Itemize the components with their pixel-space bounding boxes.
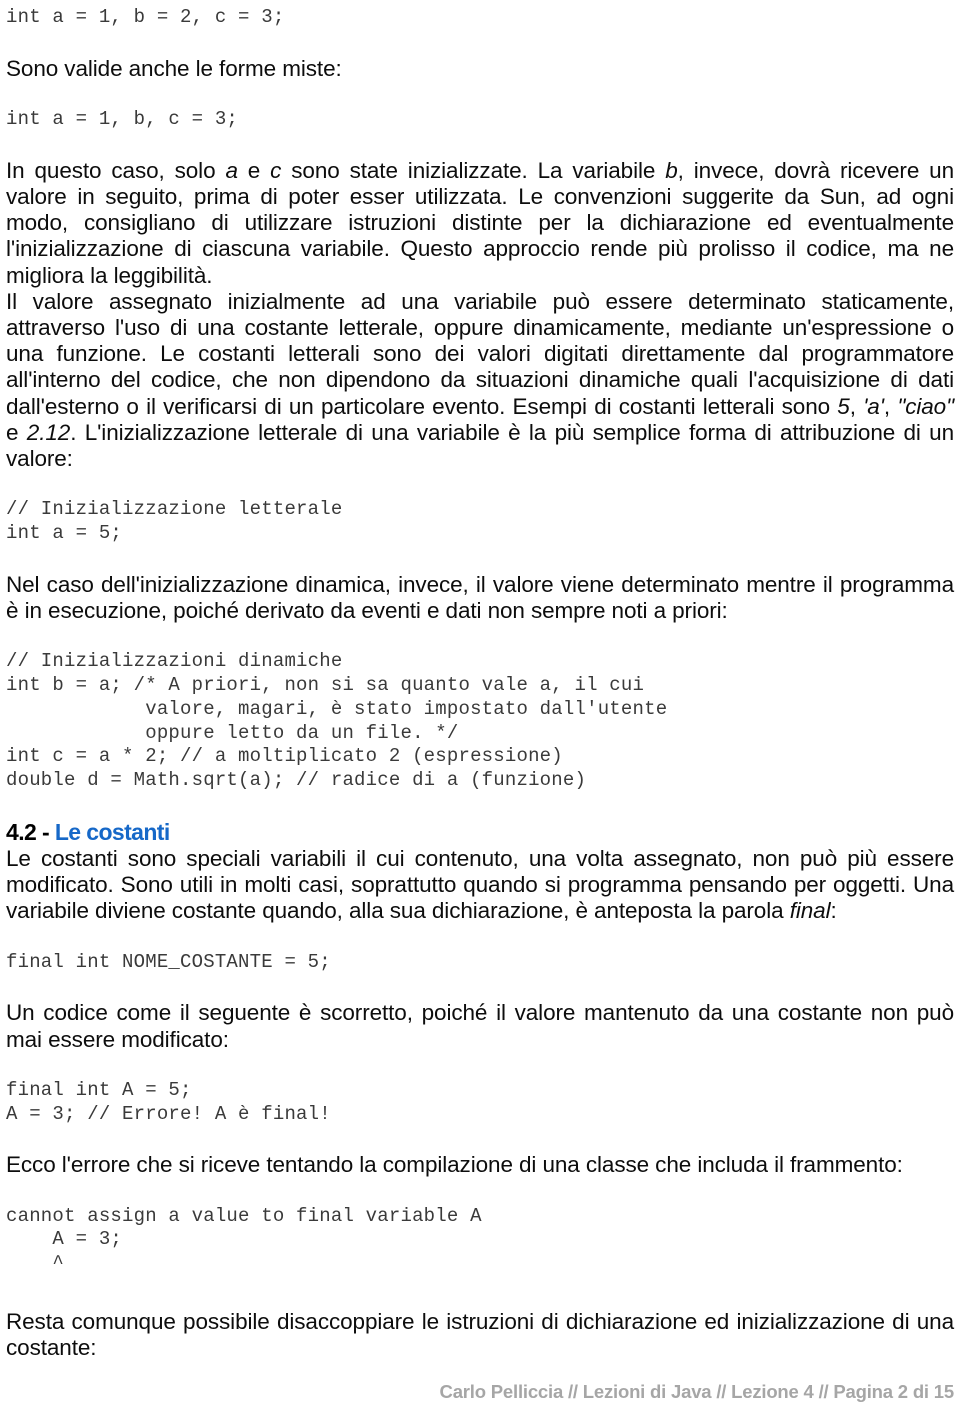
inline-var-b: b [665,157,678,183]
code-block-final-a: final int A = 5; A = 3; // Errore! A è f… [6,1078,331,1125]
inline-var-a: a [225,157,238,183]
code-block-init-letterale: // Inizializzazione letterale int a = 5; [6,498,343,545]
paragraph-ecco-errore: Ecco l'errore che si riceve tentando la … [6,1152,903,1178]
code-block-declaration-mixed: int a = 1, b, c = 3; [6,108,239,130]
section-heading-4-2: 4.2 - Le costanti [6,819,954,846]
inline-literal-ciao: "ciao" [897,393,954,419]
section-number: 4.2 - [6,819,55,846]
text-run: : [830,898,837,924]
paragraph-forme-miste: Sono valide anche le forme miste: [6,55,342,81]
inline-literal-212: 2.12 [26,419,71,445]
page-footer: Carlo Pelliccia // Lezioni di Java // Le… [439,1381,955,1402]
code-block-init-dinamiche: // Inizializzazioni dinamiche int b = a;… [6,650,668,792]
paragraph-resta-comunque: Resta comunque possibile disaccoppiare l… [6,1309,954,1361]
paragraph-un-codice-scorretto: Un codice come il seguente è scorretto, … [6,1000,954,1052]
paragraph-nel-caso-dinamica: Nel caso dell'inizializzazione dinamica,… [6,571,954,624]
inline-keyword-final: final [789,898,831,924]
text-run: Il valore assegnato inizialmente ad una … [6,288,954,419]
paragraph-in-questo-caso: In questo caso, solo a e c sono state in… [6,158,954,289]
text-run: sono state inizializzate. La variabile [281,157,666,183]
text-run: , [883,393,898,419]
inline-literal-5: 5 [837,393,850,419]
section-title: Le costanti [54,819,170,846]
code-block-declaration-multi: int a = 1, b = 2, c = 3; [6,6,285,28]
text-run: . L'inizializzazione letterale di una va… [6,419,954,472]
inline-literal-a: 'a' [863,393,884,419]
paragraph-le-costanti: Le costanti sono speciali variabili il c… [6,846,954,925]
document-page: int a = 1, b = 2, c = 3; Sono valide anc… [0,0,960,1417]
text-run: In questo caso, solo [6,157,226,183]
code-block-compile-error: cannot assign a value to final variable … [6,1204,482,1275]
inline-var-c: c [270,157,282,183]
text-run: e [6,419,27,445]
code-block-nome-costante: final int NOME_COSTANTE = 5; [6,950,331,973]
text-run: , [849,393,864,419]
text-run: e [237,157,271,183]
paragraph-il-valore-assegnato: Il valore assegnato inizialmente ad una … [6,289,954,472]
